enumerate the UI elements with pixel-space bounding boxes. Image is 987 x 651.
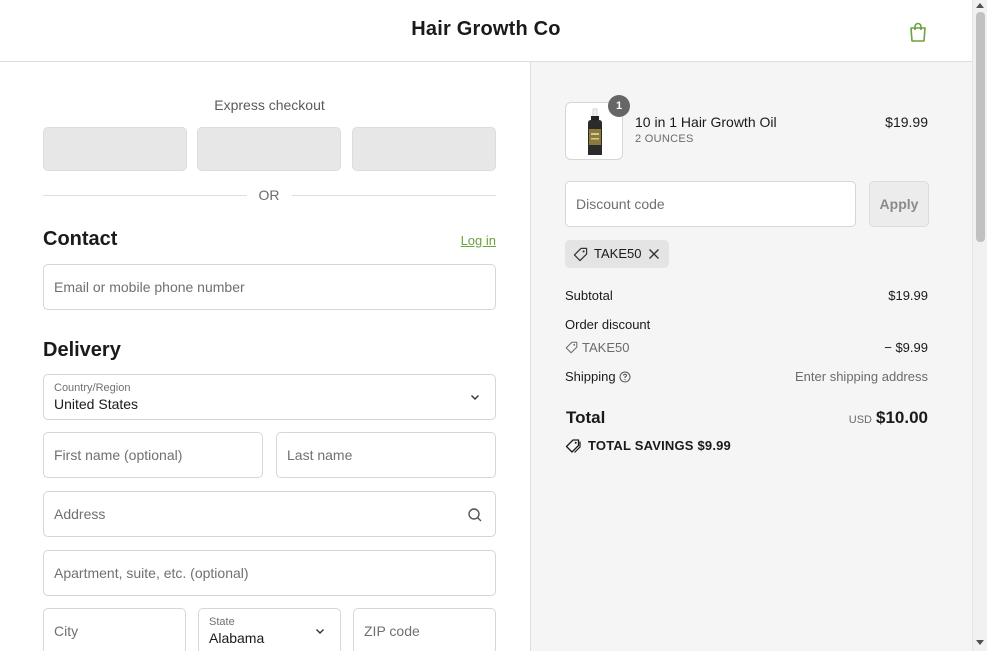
total-price: USD $10.00: [761, 408, 928, 428]
brand-title[interactable]: Hair Growth Co: [0, 18, 972, 41]
applied-code: TAKE50: [594, 246, 642, 261]
shipping-value: Enter shipping address: [795, 369, 928, 384]
country-select[interactable]: Country/Region United States: [43, 374, 496, 420]
login-link[interactable]: Log in: [440, 233, 496, 248]
or-divider-text: OR: [258, 187, 280, 203]
express-pay-button-1[interactable]: [43, 127, 187, 171]
shipping-label: Shipping: [565, 369, 616, 384]
city-placeholder: City: [54, 623, 79, 639]
header: Hair Growth Co: [0, 0, 972, 62]
apartment-field[interactable]: Apartment, suite, etc. (optional): [43, 550, 496, 596]
product-name: 10 in 1 Hair Growth Oil: [635, 114, 777, 130]
shopping-bag-icon[interactable]: [906, 20, 930, 44]
zip-field[interactable]: ZIP code: [353, 608, 496, 651]
chevron-down-icon: [316, 629, 324, 634]
last-name-placeholder: Last name: [287, 447, 353, 463]
scroll-up-arrow-icon[interactable]: [976, 3, 984, 8]
tag-icon: [565, 341, 578, 354]
scroll-down-arrow-icon[interactable]: [976, 640, 984, 645]
quantity-badge: 1: [608, 95, 630, 117]
state-label: State: [209, 616, 235, 628]
express-pay-button-2[interactable]: [197, 127, 341, 171]
page-scrollbar[interactable]: [972, 0, 987, 651]
close-icon[interactable]: [648, 248, 660, 260]
subtotal-label: Subtotal: [565, 288, 613, 303]
discount-value: − $9.99: [884, 340, 928, 355]
state-select[interactable]: State Alabama: [198, 608, 341, 651]
total-label: Total: [566, 408, 606, 427]
tags-icon: [565, 439, 581, 453]
address-placeholder: Address: [54, 506, 106, 522]
contact-heading: Contact: [43, 228, 118, 250]
subtotal-value: $19.99: [888, 288, 928, 303]
apply-discount-button[interactable]: Apply: [869, 181, 929, 227]
product-price: $19.99: [885, 114, 928, 130]
discount-code-label: TAKE50: [582, 340, 630, 355]
zip-placeholder: ZIP code: [364, 623, 420, 639]
total-currency: USD: [848, 414, 872, 426]
city-field[interactable]: City: [43, 608, 186, 651]
checkout-form: Express checkout OR Contact Log in Email…: [0, 62, 531, 651]
tag-icon: [573, 247, 588, 262]
scrollbar-thumb[interactable]: [976, 12, 985, 242]
order-summary: 1 10 in 1 Hair Growth Oil 2 OUNCES $19.9…: [531, 62, 972, 651]
apartment-placeholder: Apartment, suite, etc. (optional): [54, 565, 249, 581]
total-value: $10.00: [876, 408, 928, 427]
product-variant: 2 OUNCES: [635, 133, 694, 145]
express-pay-button-3[interactable]: [352, 127, 496, 171]
delivery-heading: Delivery: [43, 339, 121, 361]
country-label: Country/Region: [54, 382, 131, 394]
discount-placeholder: Discount code: [576, 196, 665, 212]
email-placeholder: Email or mobile phone number: [54, 279, 245, 295]
first-name-placeholder: First name (optional): [54, 447, 183, 463]
help-circle-icon[interactable]: [619, 371, 631, 383]
email-field[interactable]: Email or mobile phone number: [43, 264, 496, 310]
discount-code-field[interactable]: Discount code: [565, 181, 856, 227]
search-icon: [468, 508, 482, 522]
total-savings: TOTAL SAVINGS $9.99: [588, 438, 731, 453]
country-value: United States: [54, 396, 139, 412]
state-value: Alabama: [209, 630, 265, 646]
first-name-field[interactable]: First name (optional): [43, 432, 263, 478]
order-discount-label: Order discount: [565, 317, 651, 332]
express-checkout-label: Express checkout: [214, 97, 325, 113]
applied-discount-chip: TAKE50: [565, 240, 669, 268]
address-field[interactable]: Address: [43, 491, 496, 537]
chevron-down-icon: [471, 395, 479, 400]
divider-right: [292, 195, 496, 196]
last-name-field[interactable]: Last name: [276, 432, 496, 478]
divider-left: [43, 195, 247, 196]
